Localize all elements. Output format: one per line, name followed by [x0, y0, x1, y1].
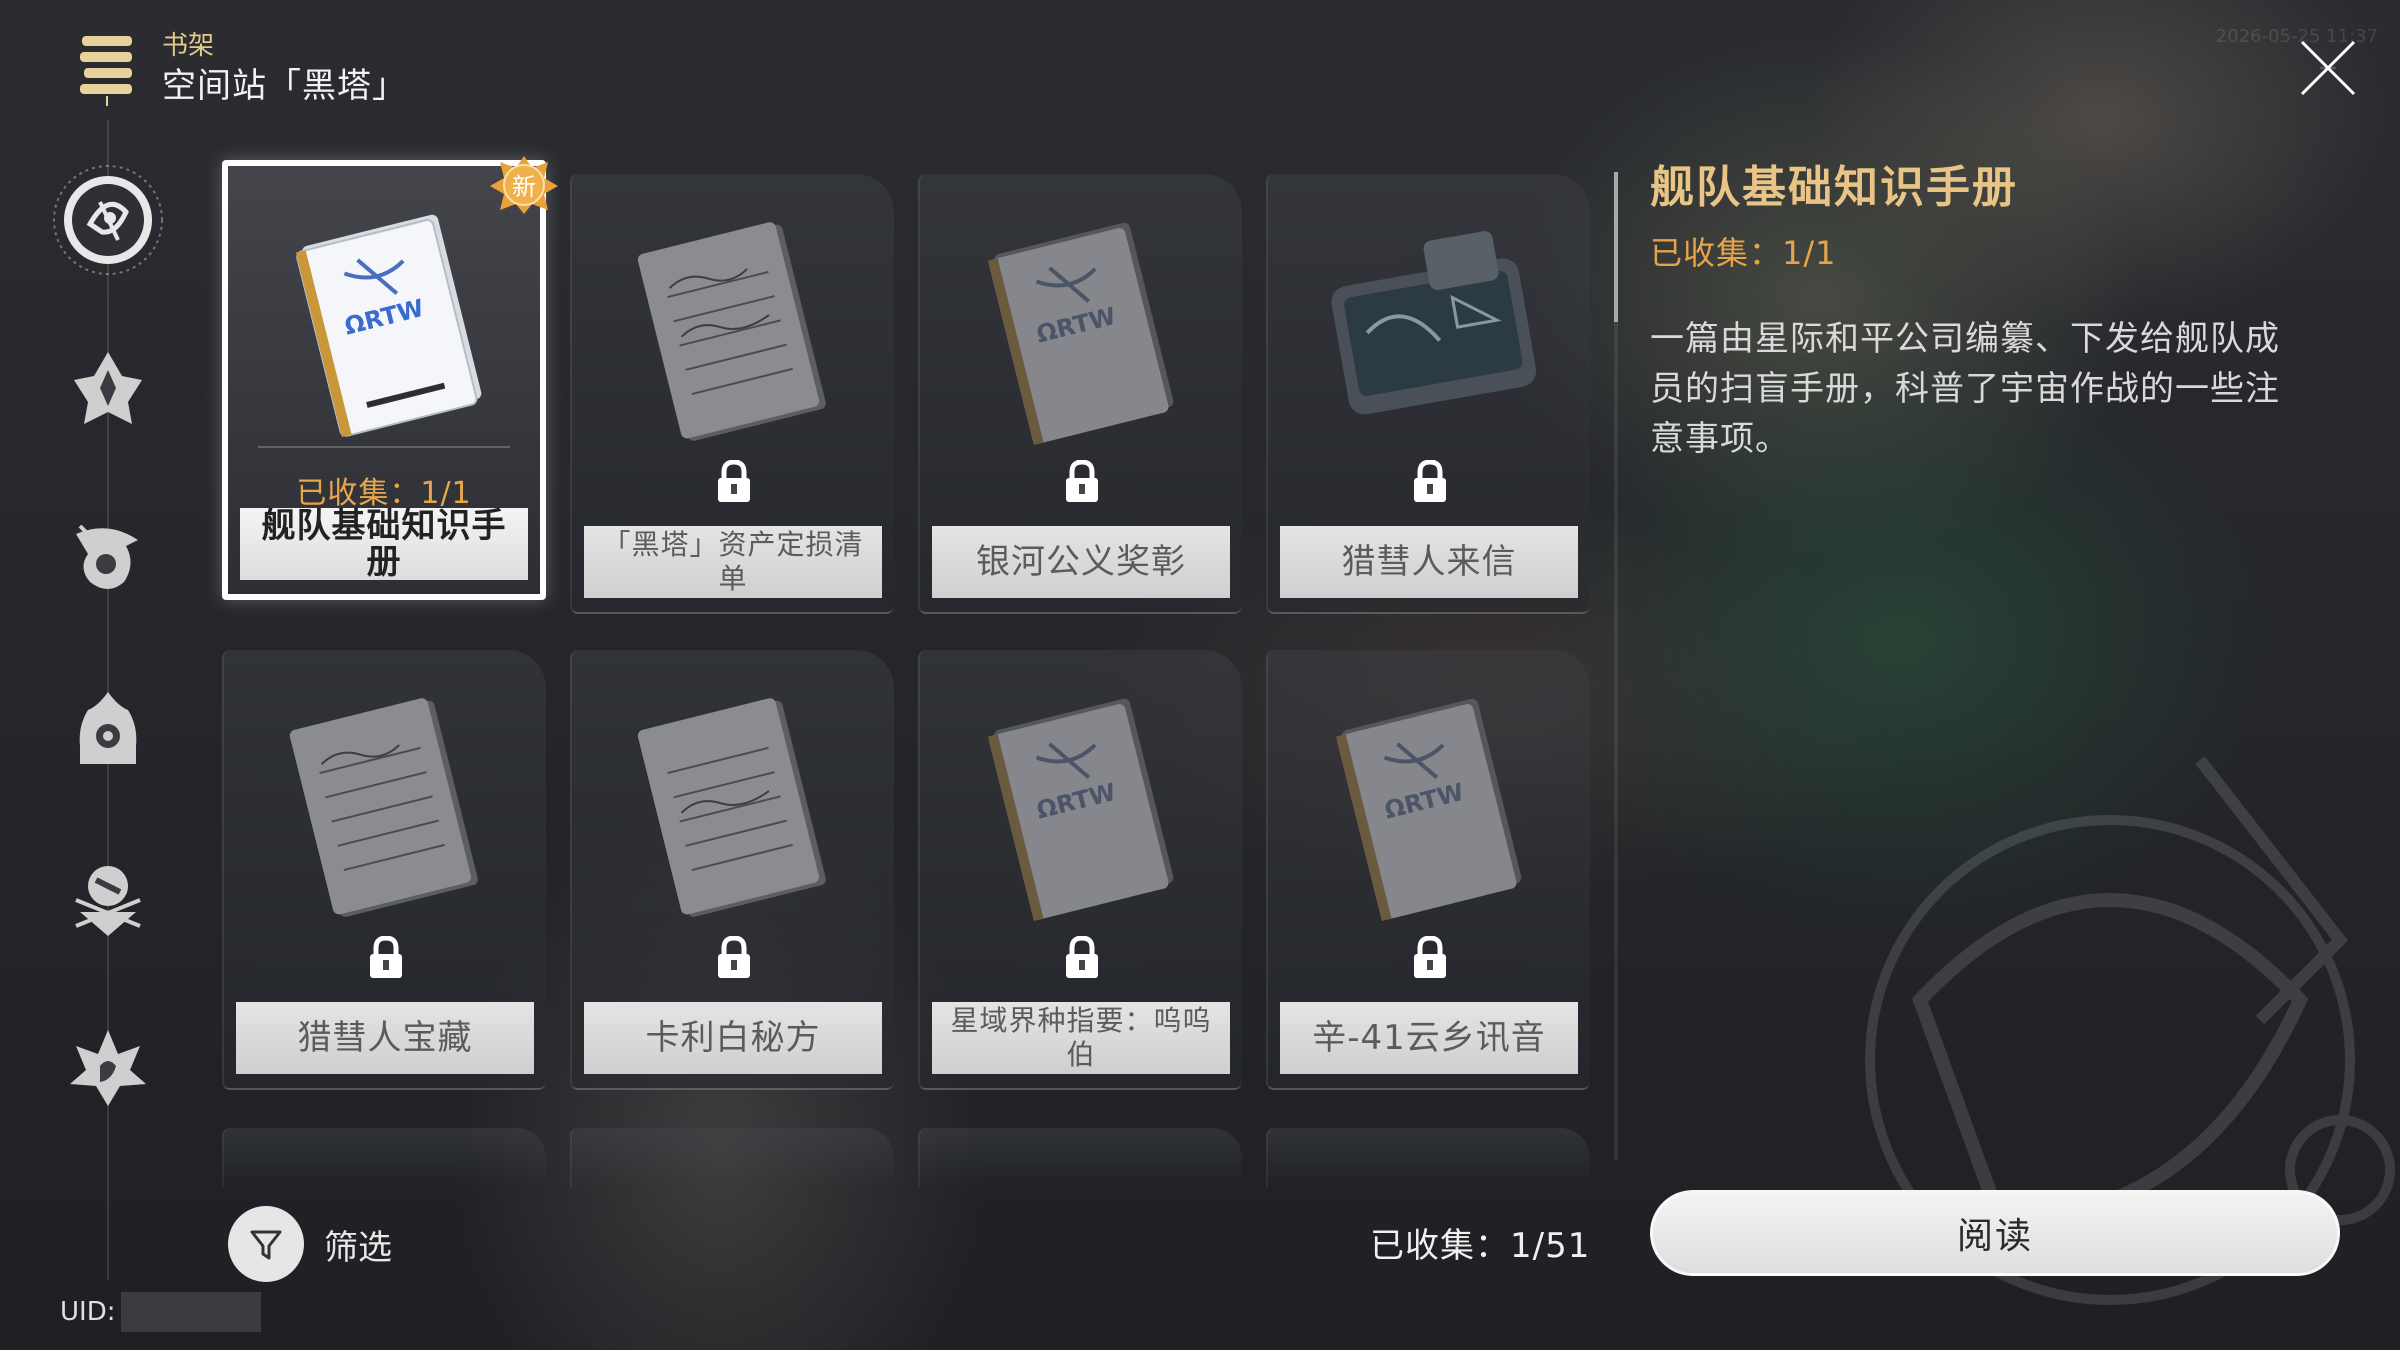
book-card-partial[interactable] — [1266, 1128, 1590, 1188]
other-icon — [70, 1030, 146, 1106]
penacony-icon — [79, 692, 137, 764]
filter-label: 筛选 — [324, 1227, 392, 1268]
rail-item-penacony[interactable] — [62, 682, 154, 774]
read-button[interactable]: 阅读 — [1650, 1190, 2340, 1276]
xianzhou-icon — [76, 524, 138, 589]
book-card-comet-treasure[interactable]: 猎彗人宝藏 — [222, 650, 546, 1090]
rail-item-misc[interactable] — [62, 852, 154, 944]
total-collected-count: 已收集：1/51 — [1370, 1226, 1591, 1266]
book-card-galactic-award[interactable]: ΩRTW 银河公义奖彰 — [918, 174, 1242, 614]
rail-item-jarilo[interactable] — [62, 342, 154, 434]
misc-icon — [75, 866, 141, 936]
uid-label: UID: — [60, 1297, 116, 1327]
rail-item-other[interactable] — [62, 1022, 154, 1114]
svg-text:新: 新 — [512, 173, 536, 201]
book-card-fleet-manual[interactable]: ΩRTW 已收集：1/1 舰队基础知识手册 新 — [222, 156, 558, 600]
manual-cover-icon: ΩRTW — [1335, 698, 1522, 921]
card-divider — [258, 446, 510, 448]
section-label: 书架 — [162, 31, 215, 61]
rail-item-xianzhou[interactable] — [62, 512, 154, 604]
herta-station-icon — [53, 165, 163, 275]
filter-button[interactable]: 筛选 — [228, 1206, 392, 1282]
book-card-asset-list[interactable]: 「黑塔」资产定损清单 — [570, 174, 894, 614]
book-grid: ΩRTW 已收集：1/1 舰队基础知识手册 新 「黑塔」资产定损清单 ΩRTW … — [222, 156, 1590, 1188]
tablet-cover-icon — [1331, 231, 1537, 415]
lock-icon — [1414, 936, 1446, 978]
book-card-partial[interactable] — [918, 1128, 1242, 1188]
lock-icon — [1066, 936, 1098, 978]
book-card-partial[interactable] — [570, 1128, 894, 1188]
manual-cover-icon: ΩRTW — [295, 214, 482, 437]
card-title: 卡利白秘方 — [584, 1002, 882, 1074]
card-title: 「黑塔」资产定损清单 — [584, 526, 882, 598]
uid-display: UID: — [60, 1292, 262, 1332]
book-card-recipe[interactable]: 卡利白秘方 — [570, 650, 894, 1090]
detail-title: 舰队基础知识手册 — [1650, 162, 2018, 213]
rail-item-herta-station[interactable] — [50, 162, 166, 278]
detail-description: 一篇由星际和平公司编纂、下发给舰队成员的扫盲手册，科普了宇宙作战的一些注意事项。 — [1650, 319, 2280, 459]
lock-icon — [1066, 460, 1098, 502]
notes-cover-icon — [289, 698, 478, 917]
page-title: 空间站「黑塔」 — [162, 66, 407, 106]
lock-icon — [1414, 460, 1446, 502]
notes-cover-icon — [637, 698, 826, 917]
manual-cover-icon: ΩRTW — [987, 698, 1174, 921]
scrollbar-thumb[interactable] — [1614, 172, 1618, 322]
close-icon[interactable] — [2296, 36, 2360, 100]
book-card-cloud-message[interactable]: ΩRTW 辛-41云乡讯音 — [1266, 650, 1590, 1090]
lock-icon — [718, 936, 750, 978]
lock-icon — [370, 936, 402, 978]
card-title: 舰队基础知识手册 — [240, 508, 528, 580]
new-badge-icon: 新 — [490, 156, 558, 214]
card-title: 银河公义奖彰 — [932, 526, 1230, 598]
jarilo-icon — [74, 352, 142, 424]
card-title: 星域界种指要：呜呜伯 — [932, 1002, 1230, 1074]
card-title: 猎彗人来信 — [1280, 526, 1578, 598]
book-card-species-guide[interactable]: ΩRTW 星域界种指要：呜呜伯 — [918, 650, 1242, 1090]
lock-icon — [718, 460, 750, 502]
manual-cover-icon: ΩRTW — [987, 222, 1174, 445]
new-badge: 新 — [488, 152, 560, 216]
detail-collected-count: 已收集：1/1 — [1650, 234, 1837, 272]
filter-icon — [228, 1206, 304, 1282]
header: 书架 空间站「黑塔」 — [78, 30, 407, 108]
book-card-partial[interactable] — [222, 1128, 546, 1188]
detail-panel: 舰队基础知识手册 已收集：1/1 一篇由星际和平公司编纂、下发给舰队成员的扫盲手… — [1650, 160, 2290, 464]
card-title: 猎彗人宝藏 — [236, 1002, 534, 1074]
book-card-comet-letter[interactable]: 猎彗人来信 — [1266, 174, 1590, 614]
bookshelf-icon — [80, 36, 132, 106]
card-title: 辛-41云乡讯音 — [1280, 1002, 1578, 1074]
notes-cover-icon — [637, 222, 826, 441]
uid-value-masked — [121, 1292, 262, 1332]
